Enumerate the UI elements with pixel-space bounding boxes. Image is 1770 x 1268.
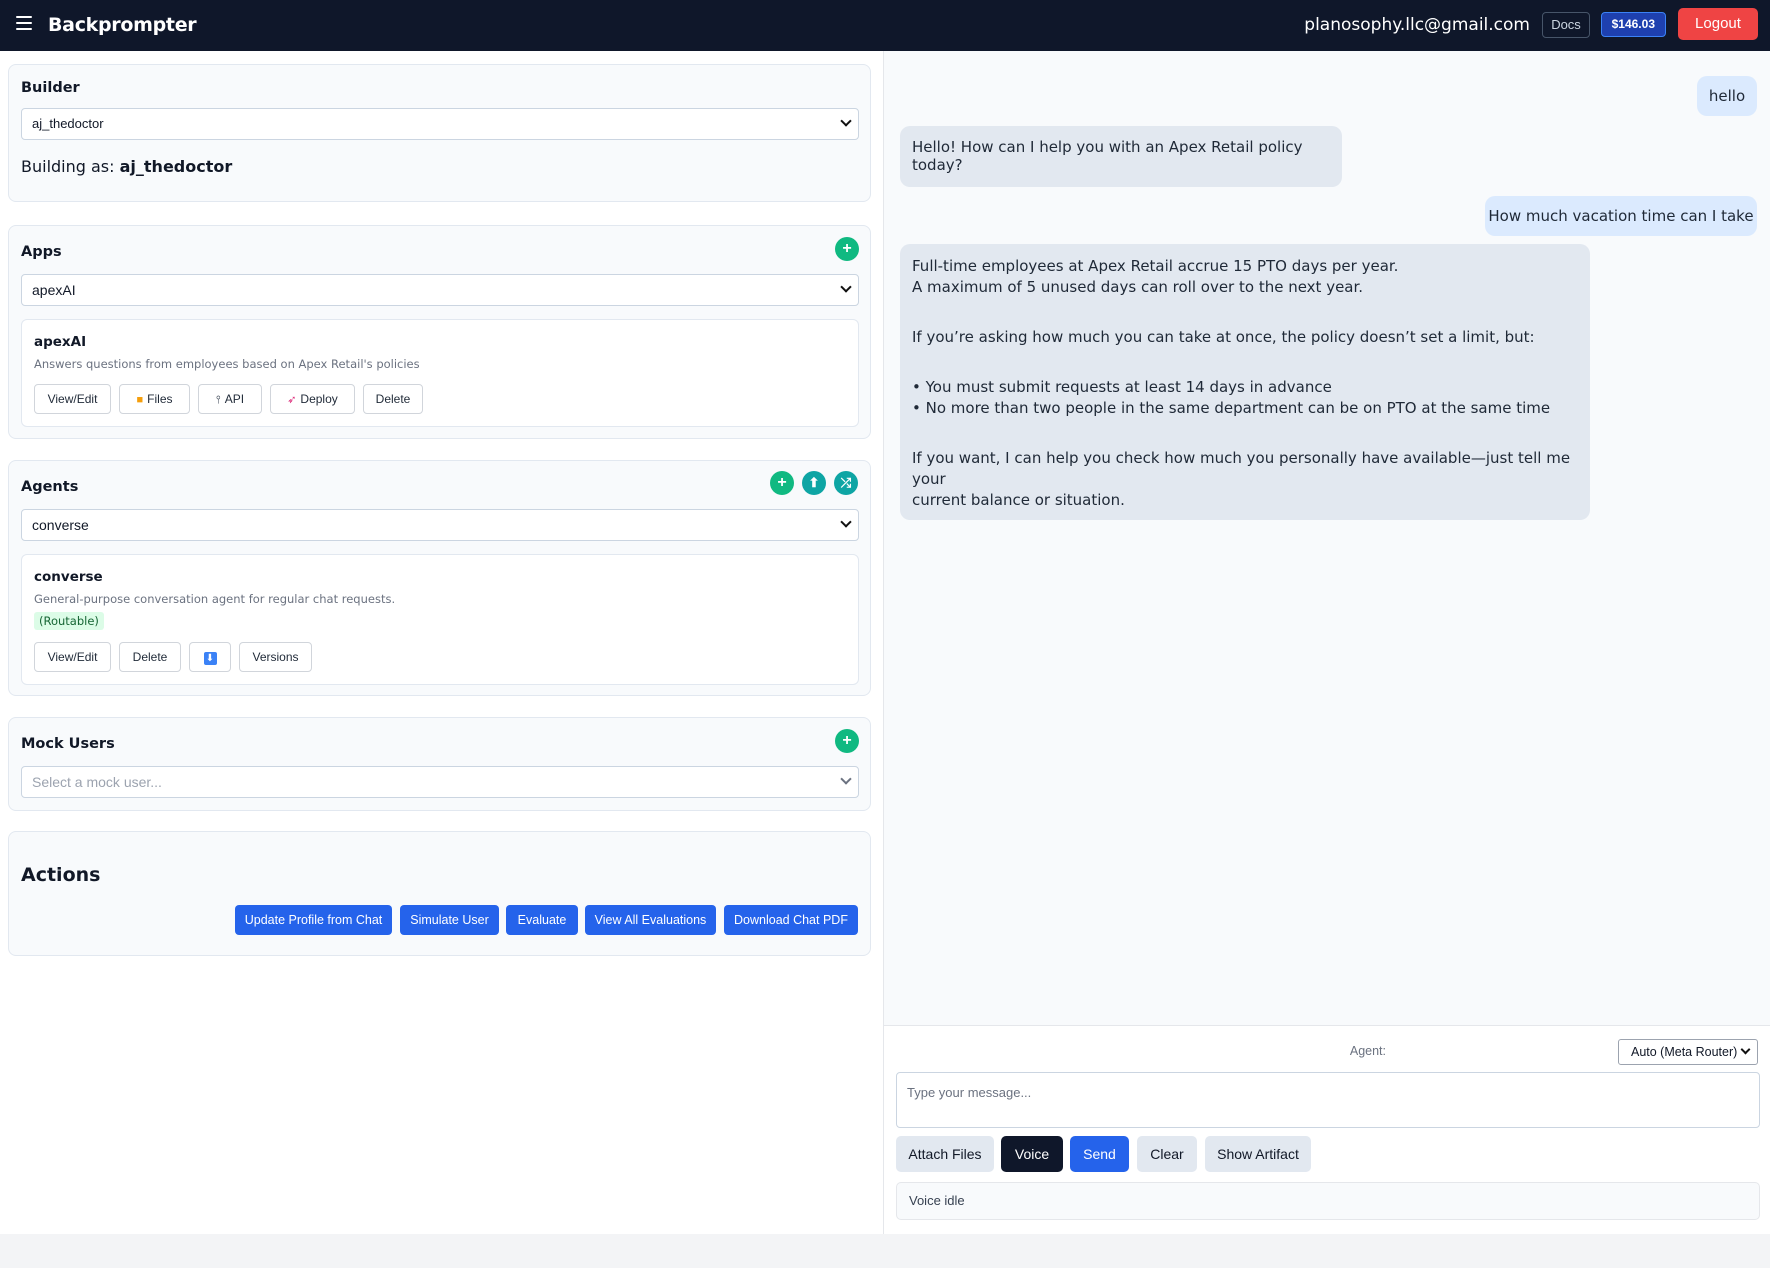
attach-files-button[interactable]: Attach Files	[896, 1136, 994, 1172]
upload-icon[interactable]: ⬆	[802, 471, 826, 495]
shuffle-icon[interactable]: ⤮	[834, 471, 858, 495]
message-line: • You must submit requests at least 14 d…	[912, 378, 1332, 396]
brand-title: Backprompter	[48, 14, 197, 36]
building-as-label: Building as:	[21, 157, 115, 176]
mock-user-placeholder: Select a mock user...	[32, 774, 162, 790]
chat-message-user: hello	[1697, 76, 1757, 116]
agents-select-value: converse	[32, 517, 89, 533]
app-deploy-button[interactable]: ➶ Deploy	[270, 384, 355, 414]
app-view-edit-button[interactable]: View/Edit	[34, 384, 111, 414]
chevron-down-icon	[840, 773, 852, 785]
message-line: • No more than two people in the same de…	[912, 399, 1551, 417]
agent-description: General-purpose conversation agent for r…	[34, 592, 396, 606]
message-line: If you’re asking how much you can take a…	[912, 328, 1535, 346]
builder-card: Builder aj_thedoctor Building as: aj_the…	[8, 64, 871, 202]
builder-title: Builder	[21, 80, 80, 96]
show-artifact-button[interactable]: Show Artifact	[1205, 1136, 1311, 1172]
view-all-evaluations-button[interactable]: View All Evaluations	[585, 905, 716, 935]
apps-title: Apps	[21, 244, 62, 260]
voice-button[interactable]: Voice	[1001, 1136, 1063, 1172]
building-as-value: aj_thedoctor	[119, 157, 233, 176]
docs-button[interactable]: Docs	[1542, 12, 1590, 38]
chevron-down-icon	[840, 516, 852, 528]
app-name: apexAI	[34, 334, 87, 350]
routable-badge: (Routable)	[34, 612, 104, 630]
chat-message-assistant: Full-time employees at Apex Retail accru…	[900, 244, 1590, 520]
pin-icon: ⫯	[215, 394, 221, 406]
apps-select[interactable]: apexAI	[21, 274, 859, 306]
voice-status: Voice idle	[896, 1182, 1760, 1220]
agents-card: Agents + ⬆ ⤮ converse converse General-p…	[8, 460, 871, 696]
user-email: planosophy.llc@gmail.com	[1304, 15, 1530, 35]
mock-users-card: Mock Users + Select a mock user...	[8, 717, 871, 811]
actions-card: Actions Update Profile from Chat Simulat…	[8, 831, 871, 956]
builder-select[interactable]: aj_thedoctor	[21, 108, 859, 140]
agent-router-value: Auto (Meta Router)	[1631, 1045, 1738, 1059]
chat-panel: hello Hello! How can I help you with an …	[884, 51, 1770, 1026]
message-line: Full-time employees at Apex Retail accru…	[912, 257, 1399, 275]
apps-select-value: apexAI	[32, 282, 76, 298]
app-api-label: API	[224, 392, 245, 406]
agent-delete-button[interactable]: Delete	[119, 642, 181, 672]
folder-icon: ■	[136, 394, 144, 406]
chat-message-user: How much vacation time can I take	[1485, 196, 1757, 236]
add-app-button[interactable]: +	[835, 237, 859, 261]
message-line	[912, 419, 1578, 448]
download-icon: ⬇	[203, 652, 217, 665]
app-files-label: Files	[147, 392, 173, 406]
agent-label: Agent:	[1349, 1044, 1386, 1058]
message-line	[912, 298, 1578, 327]
mock-user-select[interactable]: Select a mock user...	[21, 766, 859, 798]
mock-users-title: Mock Users	[21, 736, 115, 752]
app-delete-button[interactable]: Delete	[363, 384, 423, 414]
message-placeholder: Type your message...	[907, 1085, 1032, 1100]
chevron-down-icon	[1740, 1044, 1751, 1055]
message-line: current balance or situation.	[912, 491, 1125, 509]
download-chat-pdf-button[interactable]: Download Chat PDF	[724, 905, 858, 935]
chat-composer: Agent: Auto (Meta Router) Type your mess…	[884, 1025, 1770, 1234]
page-footer-strip	[0, 1234, 1770, 1268]
message-line: If you want, I can help you check how mu…	[912, 449, 1571, 488]
rocket-icon: ➶	[287, 394, 297, 406]
apps-card: Apps + apexAI apexAI Answers questions f…	[8, 225, 871, 439]
app-api-button[interactable]: ⫯ API	[198, 384, 262, 414]
app-deploy-label: Deploy	[300, 392, 338, 406]
agent-versions-button[interactable]: Versions	[239, 642, 312, 672]
simulate-user-button[interactable]: Simulate User	[400, 905, 499, 935]
builder-select-value: aj_thedoctor	[32, 116, 104, 131]
app-detail-card: apexAI Answers questions from employees …	[21, 319, 859, 427]
chevron-down-icon	[840, 281, 852, 293]
top-navbar: Backprompter planosophy.llc@gmail.com Do…	[0, 0, 1770, 51]
message-line: A maximum of 5 unused days can roll over…	[912, 278, 1364, 296]
app-description: Answers questions from employees based o…	[34, 357, 420, 371]
logout-button[interactable]: Logout	[1678, 8, 1758, 40]
agent-detail-card: converse General-purpose conversation ag…	[21, 554, 859, 685]
message-input[interactable]: Type your message...	[896, 1072, 1760, 1128]
add-agent-button[interactable]: +	[770, 471, 794, 495]
clear-button[interactable]: Clear	[1137, 1136, 1197, 1172]
agent-router-select[interactable]: Auto (Meta Router)	[1618, 1039, 1758, 1065]
left-panel: Builder aj_thedoctor Building as: aj_the…	[0, 51, 883, 1234]
chat-message-assistant: Hello! How can I help you with an Apex R…	[900, 126, 1342, 187]
app-files-button[interactable]: ■ Files	[119, 384, 190, 414]
agent-view-edit-button[interactable]: View/Edit	[34, 642, 111, 672]
download-icon-button[interactable]: ⬇	[189, 642, 231, 672]
balance-badge: $146.03	[1600, 12, 1666, 37]
message-line	[912, 348, 1578, 377]
agents-title: Agents	[21, 479, 79, 495]
chevron-down-icon	[840, 115, 852, 127]
hamburger-menu-icon[interactable]	[16, 16, 32, 30]
building-as-text: Building as: aj_thedoctor	[21, 157, 232, 176]
add-mock-user-button[interactable]: +	[835, 729, 859, 753]
agent-name: converse	[34, 569, 103, 585]
update-profile-button[interactable]: Update Profile from Chat	[235, 905, 392, 935]
evaluate-button[interactable]: Evaluate	[506, 905, 578, 935]
send-button[interactable]: Send	[1070, 1136, 1129, 1172]
actions-title: Actions	[21, 864, 101, 886]
agents-select[interactable]: converse	[21, 509, 859, 541]
